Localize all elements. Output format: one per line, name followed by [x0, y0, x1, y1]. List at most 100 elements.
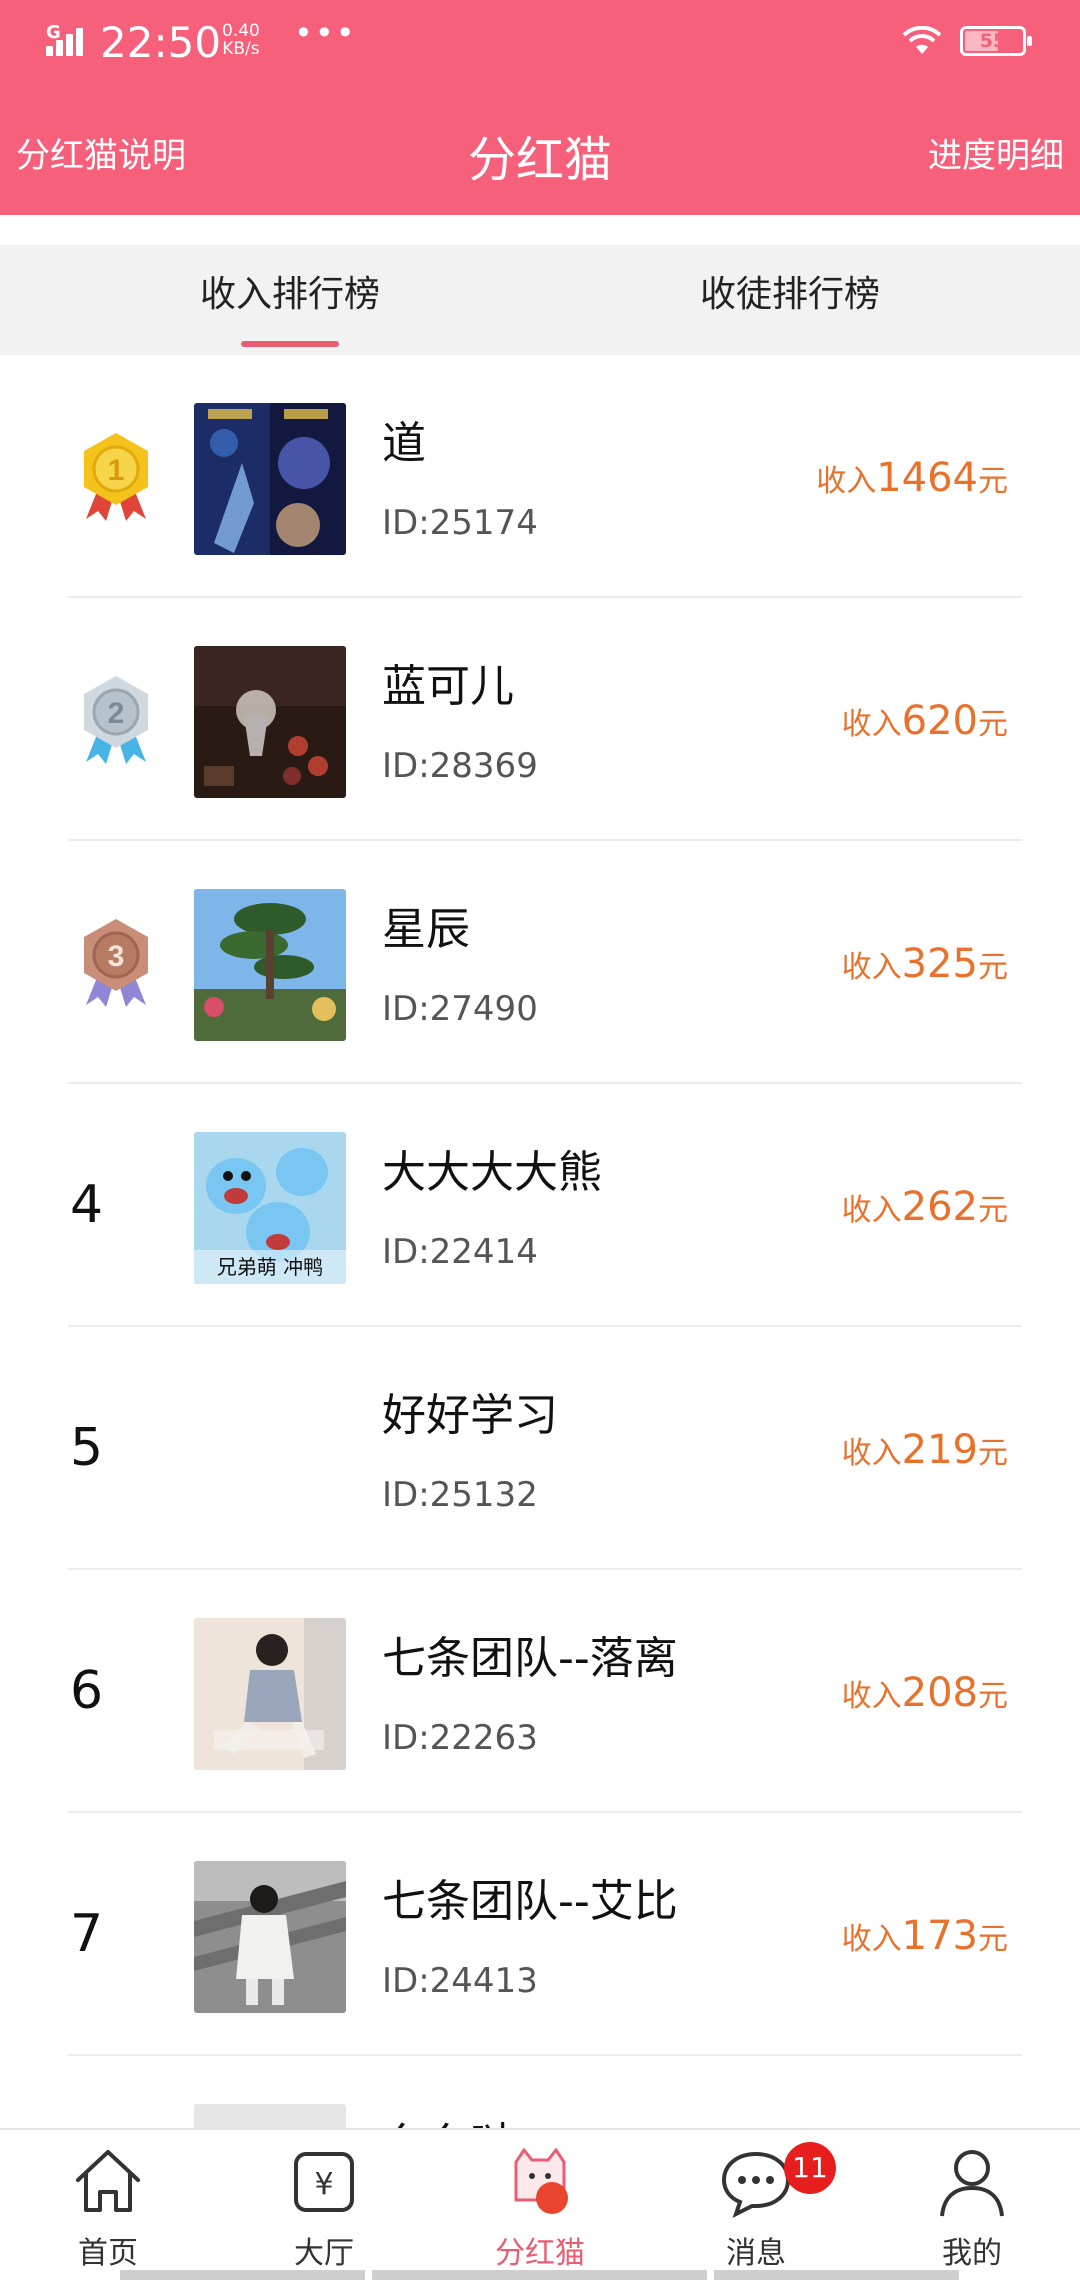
user-name: 大大大大熊 [382, 1147, 602, 1198]
nav-hall[interactable]: ¥ 大厅 [224, 2144, 424, 2274]
battery-level: 55 [979, 30, 1007, 52]
income-unit: 元 [978, 1679, 1008, 1714]
home-icon [76, 2150, 140, 2212]
user-id: ID:24413 [382, 1961, 538, 2001]
tab-label: 收徒排行榜 [699, 274, 880, 315]
income-unit: 元 [978, 464, 1008, 499]
battery-icon: 55 [960, 26, 1032, 56]
lucky-cat-icon [514, 2147, 568, 2214]
income-value: 1464 [876, 455, 978, 501]
silver-medal-icon: 2 [84, 676, 148, 764]
income-unit: 元 [978, 1922, 1008, 1957]
user-name: 七条团队--艾比 [382, 1876, 678, 1927]
active-tab-indicator [241, 341, 339, 347]
user-id: ID:25174 [382, 503, 538, 543]
profile-icon [940, 2150, 1004, 2217]
home-indicator [714, 2270, 959, 2280]
page-title: 分红猫 [467, 132, 612, 188]
user-name: 星辰 [382, 904, 470, 955]
ranking-row[interactable]: 7 七条团队--艾比 ID:24413 收入173元 [0, 1813, 1080, 2056]
user-id: ID:27490 [382, 989, 538, 1029]
user-id: ID:28369 [382, 746, 538, 786]
home-indicator [120, 2270, 365, 2280]
message-icon [721, 2151, 791, 2218]
nav-label: 消息 [726, 2236, 786, 2271]
gold-medal-icon: 1 [84, 433, 148, 521]
home-indicator [372, 2270, 707, 2280]
status-bar: G 22:50 0.40 KB/s ••• 55 [0, 0, 1080, 90]
ranking-row[interactable]: 3 星辰 ID:27490 收入325元 [0, 841, 1080, 1084]
nav-home[interactable]: 首页 [8, 2144, 208, 2274]
ranking-row[interactable]: 4 兄弟萌 冲鸭 大大大大熊 ID:22414 收入262元 [0, 1084, 1080, 1327]
user-name: 蓝可儿 [382, 661, 514, 712]
tab-apprentice-ranking[interactable]: 收徒排行榜 [520, 245, 1060, 355]
income-unit: 元 [978, 1436, 1008, 1471]
user-id: ID:22263 [382, 1718, 538, 1758]
svg-text:¥: ¥ [314, 2167, 333, 2202]
income-label: 收入 [841, 1193, 902, 1228]
income-amount: 收入262元 [842, 1184, 1008, 1230]
nav-messages[interactable]: 11 消息 [656, 2142, 856, 2274]
income-value: 208 [901, 1670, 978, 1716]
nav-label: 大厅 [294, 2236, 354, 2271]
income-value: 325 [901, 941, 978, 987]
ranking-row[interactable]: 1 道 ID:25174 收入1464元 [0, 355, 1080, 598]
speed-value: 0.40 [222, 21, 260, 41]
nav-profile[interactable]: 我的 [872, 2144, 1072, 2274]
avatar: 兄弟萌 冲鸭 [194, 1132, 346, 1284]
nav-label: 首页 [78, 2236, 138, 2271]
avatar [194, 646, 346, 798]
user-id: ID:25132 [382, 1475, 538, 1515]
income-amount: 收入620元 [842, 698, 1008, 744]
network-speed: 0.40 KB/s [222, 22, 260, 58]
svg-text:2: 2 [108, 697, 125, 730]
income-label: 收入 [816, 464, 877, 499]
income-amount: 收入173元 [842, 1913, 1008, 1959]
rank-number: 5 [70, 1418, 104, 1478]
bottom-navigation: 首页 ¥ 大厅 分红猫 11 消息 我的 [0, 2128, 1080, 2280]
income-label: 收入 [841, 1922, 902, 1957]
user-name: 道 [382, 418, 426, 469]
income-amount: 收入208元 [842, 1670, 1008, 1716]
income-label: 收入 [841, 950, 902, 985]
income-unit: 元 [978, 1193, 1008, 1228]
svg-text:3: 3 [108, 940, 125, 973]
signal-icon: G [44, 22, 90, 56]
avatar [194, 889, 346, 1041]
tab-label: 收入排行榜 [199, 274, 380, 315]
avatar [194, 403, 346, 555]
ranking-tabs: 收入排行榜 收徒排行榜 [0, 245, 1080, 355]
thumb-caption: 兄弟萌 冲鸭 [217, 1255, 323, 1279]
yen-hall-icon: ¥ [294, 2152, 354, 2212]
more-notifications-icon: ••• [294, 14, 357, 52]
status-time: 22:50 [100, 18, 222, 67]
user-id: ID:22414 [382, 1232, 538, 1272]
nav-dividend-cat[interactable]: 分红猫 [440, 2144, 640, 2274]
income-label: 收入 [841, 1679, 902, 1714]
ranking-row[interactable]: 6 七条团队--落离 ID:22263 收入208元 [0, 1570, 1080, 1813]
rank-number: 4 [70, 1175, 104, 1235]
rank-number: 7 [70, 1904, 104, 1964]
income-value: 620 [901, 698, 978, 744]
nav-label: 分红猫 [495, 2236, 585, 2271]
income-value: 173 [901, 1913, 978, 1959]
svg-text:1: 1 [108, 454, 125, 487]
unread-badge: 11 [784, 2142, 836, 2194]
income-amount: 收入219元 [842, 1427, 1008, 1473]
income-value: 219 [901, 1427, 978, 1473]
avatar [194, 1618, 346, 1770]
ranking-list: 1 道 ID:25174 收入1464元 2 蓝可儿 ID:28369 收入62… [0, 355, 1080, 2280]
income-unit: 元 [978, 707, 1008, 742]
wifi-icon [902, 26, 942, 54]
income-amount: 收入325元 [842, 941, 1008, 987]
bronze-medal-icon: 3 [84, 919, 148, 1007]
income-unit: 元 [978, 950, 1008, 985]
progress-detail-link[interactable]: 进度明细 [928, 128, 1064, 177]
speed-unit: KB/s [222, 39, 260, 59]
ranking-row[interactable]: 2 蓝可儿 ID:28369 收入620元 [0, 598, 1080, 841]
tab-income-ranking[interactable]: 收入排行榜 [20, 245, 560, 355]
income-value: 262 [901, 1184, 978, 1230]
ranking-row[interactable]: 5 好好学习 ID:25132 收入219元 [0, 1327, 1080, 1570]
user-name: 好好学习 [382, 1390, 558, 1441]
nav-label: 我的 [942, 2236, 1002, 2271]
